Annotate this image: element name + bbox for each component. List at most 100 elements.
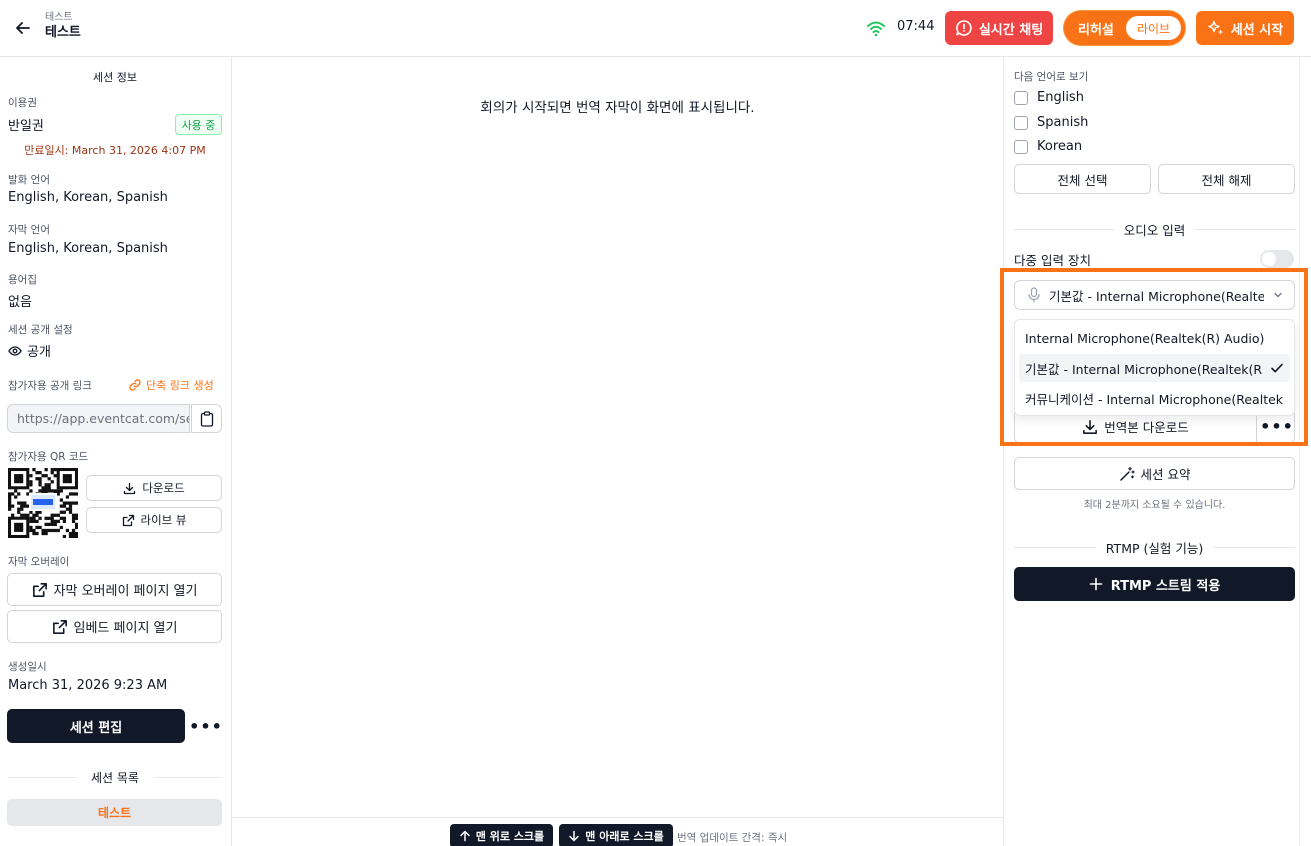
mode-rehearsal-option[interactable]: 리허설 [1078,19,1114,38]
deselect-all-button[interactable]: 전체 해제 [1158,164,1295,194]
divider [154,777,222,778]
language-option-spanish[interactable]: Spanish [1014,115,1088,130]
language-option-label: Spanish [1037,115,1089,130]
sparkle-icon [1208,20,1223,35]
visibility-value-row: 공개 [8,341,51,360]
wifi-icon [867,21,885,37]
highlight-annotation-box [1000,268,1308,446]
qr-label: 참가자용 QR 코드 [8,451,89,463]
language-option-english[interactable]: English [1014,90,1084,105]
audio-input-header: 오디오 입력 [1014,220,1296,239]
session-list-title: 세션 목록 [91,771,139,785]
open-overlay-page-button[interactable]: 자막 오버레이 페이지 열기 [7,573,222,606]
summary-note: 최대 2분까지 소요될 수 있습니다. [1083,500,1226,511]
live-chat-label: 실시간 채팅 [978,22,1044,38]
view-language-label: 다음 언어로 보기 [1014,71,1089,83]
apply-rtmp-button[interactable]: RTMP 스트림 적용 [1014,567,1295,601]
chat-alert-icon [955,20,972,36]
page-subtitle: 테스트 [45,12,73,23]
settings-panel: 다음 언어로 보기 English Spanish Korean 전체 선택 전… [1003,57,1299,846]
mode-toggle[interactable]: 리허설 라이브 [1064,11,1185,45]
live-view-label: 라이브 뷰 [140,513,187,527]
session-summary-button[interactable]: 세션 요약 [1014,457,1295,490]
divider [1213,547,1295,548]
elapsed-time: 07:44 [897,19,935,34]
created-value: March 31, 2026 9:23 AM [8,678,168,693]
glossary-value: 없음 [8,295,32,310]
license-label: 이용권 [8,97,37,109]
clipboard-icon [200,410,213,427]
external-link-icon [122,514,134,526]
divider [1014,229,1114,230]
copy-link-button[interactable] [191,404,222,433]
subtitle-placeholder: 회의가 시작되면 번역 자막이 화면에 표시됩니다. [480,100,755,116]
multi-input-toggle[interactable] [1260,250,1294,268]
qr-download-button[interactable]: 다운로드 [86,475,222,501]
open-overlay-page-label: 자막 오버레이 페이지 열기 [53,584,198,599]
visibility-value: 공개 [27,345,51,360]
mode-live-option[interactable]: 라이브 [1126,16,1181,40]
eye-icon [8,345,22,356]
select-all-button[interactable]: 전체 선택 [1014,164,1151,194]
back-button[interactable] [8,13,38,43]
page-scrollbar[interactable] [1299,57,1311,846]
arrow-up-icon [460,830,470,842]
more-options-button[interactable]: ••• [189,715,222,737]
rtmp-header: RTMP (실험 기능) [1014,538,1295,557]
speech-language-value: English, Korean, Spanish [8,190,168,205]
divider [8,777,76,778]
session-summary-label: 세션 요약 [1140,467,1191,482]
checkbox[interactable] [1014,139,1028,154]
session-info-panel: 세션 정보 이용권 반일권 사용 중 만료일시: March 31, 2026 … [0,57,232,846]
edit-session-button[interactable]: 세션 편집 [7,709,185,743]
scroll-bottom-label: 맨 아래로 스크롤 [585,830,664,843]
start-session-button[interactable]: 세션 시작 [1196,11,1294,45]
license-status-badge: 사용 중 [175,114,222,135]
page-title-group: 테스트 테스트 [45,11,81,41]
arrow-left-icon [16,22,30,34]
license-expire-text: 만료일시: March 31, 2026 4:07 PM [24,144,206,157]
top-header: 테스트 테스트 07:44 실시간 채팅 리허설 라이브 세션 시작 [0,0,1311,57]
scroll-top-button[interactable]: 맨 위로 스크롤 [450,824,553,846]
visibility-label: 세션 공개 설정 [8,324,73,336]
live-chat-button[interactable]: 실시간 채팅 [945,11,1053,45]
multi-input-label: 다중 입력 장치 [1014,253,1091,268]
external-link-icon [52,619,67,634]
public-link-label: 참가자용 공개 링크 [8,380,92,392]
short-link-label: 단축 링크 생성 [146,379,214,392]
license-value: 반일권 [8,119,44,134]
session-list-item[interactable]: 테스트 [7,799,222,826]
speech-language-label: 발화 언어 [8,174,50,186]
open-embed-page-label: 임베드 페이지 열기 [73,621,178,636]
short-link-button[interactable]: 단축 링크 생성 [128,377,214,393]
language-option-label: English [1037,90,1084,105]
qr-code-image [8,468,78,538]
public-link-field[interactable]: https://app.eventcat.com/session/ [7,404,190,433]
scroll-control-bar: 맨 위로 스크롤 맨 아래로 스크롤 번역 업데이트 간격: 즉시 [232,817,1003,846]
session-info-title: 세션 정보 [93,71,137,84]
divider [1195,229,1296,230]
checkbox[interactable] [1014,90,1028,105]
overlay-label: 자막 오버레이 [8,556,70,568]
language-option-label: Korean [1037,139,1083,154]
audio-input-title: 오디오 입력 [1123,223,1186,238]
checkbox[interactable] [1014,115,1028,130]
scroll-bottom-button[interactable]: 맨 아래로 스크롤 [559,824,673,846]
page-title: 테스트 [45,25,81,40]
rtmp-title: RTMP (실험 기능) [1105,541,1204,556]
qr-download-label: 다운로드 [142,481,185,495]
scroll-top-label: 맨 위로 스크롤 [475,830,545,843]
open-embed-page-button[interactable]: 임베드 페이지 열기 [7,610,222,643]
divider [1014,547,1096,548]
live-view-button[interactable]: 라이브 뷰 [86,507,222,533]
glossary-label: 용어집 [8,274,37,286]
language-option-korean[interactable]: Korean [1014,139,1082,154]
created-label: 생성일시 [8,661,47,673]
apply-rtmp-label: RTMP 스트림 적용 [1110,578,1221,594]
plus-icon [1089,577,1102,591]
arrow-down-icon [569,830,579,842]
start-session-label: 세션 시작 [1230,22,1284,38]
external-link-icon [32,582,47,597]
subtitle-language-label: 자막 언어 [8,224,50,236]
update-interval-text: 번역 업데이트 간격: 즉시 [677,832,788,844]
